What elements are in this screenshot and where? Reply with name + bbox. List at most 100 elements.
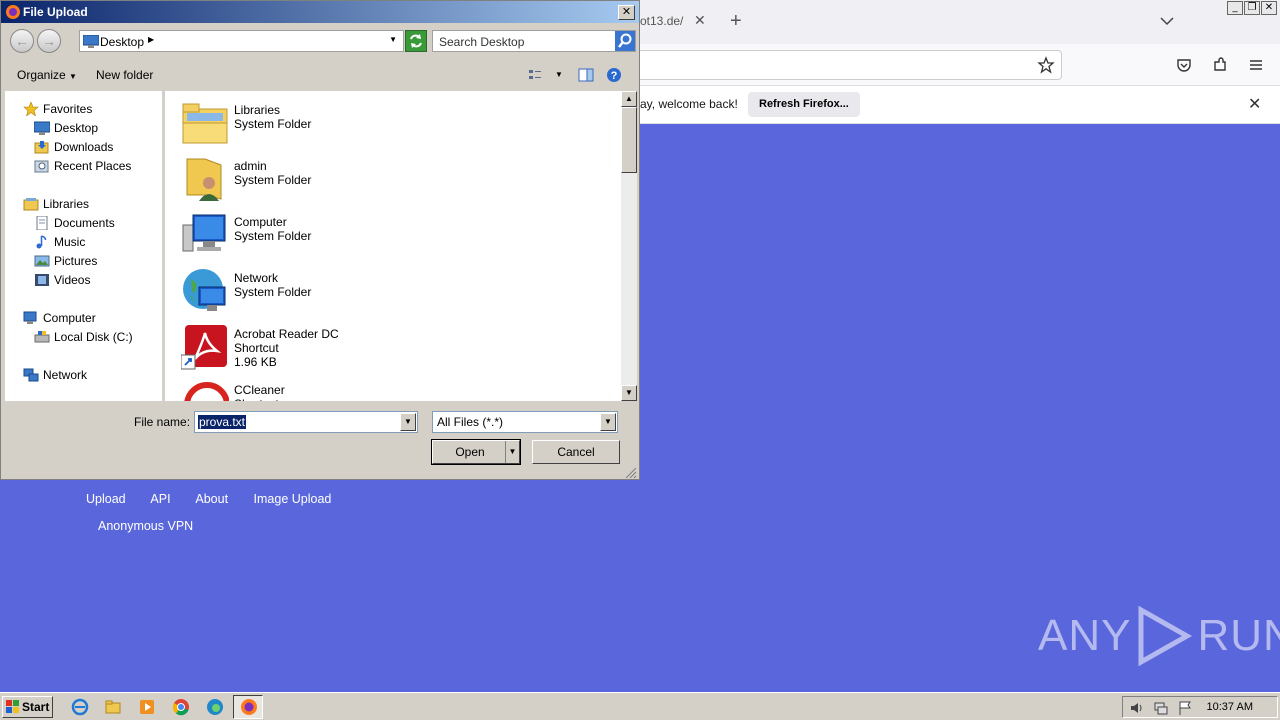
chrome-icon[interactable] <box>172 698 190 716</box>
file-name-input[interactable]: prova.txt ▼ <box>194 411 418 433</box>
dialog-title-bar[interactable]: File Upload <box>1 1 639 23</box>
clock[interactable]: 10:37 AM <box>1207 701 1253 713</box>
network-tray-icon[interactable] <box>1153 700 1169 716</box>
view-dropdown-icon[interactable]: ▼ <box>555 70 563 79</box>
start-button[interactable]: Start <box>2 696 53 718</box>
internet-explorer-icon[interactable] <box>71 698 89 716</box>
new-tab-button[interactable]: + <box>730 9 742 33</box>
address-bar[interactable]: Desktop ▶ ▼ <box>79 30 404 52</box>
open-split-dropdown-icon[interactable]: ▼ <box>505 441 519 463</box>
pocket-icon[interactable] <box>1175 56 1193 74</box>
forward-button[interactable]: → <box>37 29 61 53</box>
system-tray: 10:37 AM <box>1122 696 1278 718</box>
tree-item-desktop[interactable]: Desktop <box>34 119 98 137</box>
organize-button[interactable]: Organize ▼ <box>17 68 77 82</box>
open-label: Open <box>455 445 485 459</box>
open-button[interactable]: Open ▼ <box>431 439 521 465</box>
navigation-pane: Favorites Desktop Downloads Recent Place… <box>5 91 163 401</box>
tab-title[interactable]: ot13.de/ <box>640 14 683 28</box>
scroll-down-icon[interactable]: ▼ <box>621 385 637 401</box>
refresh-icon <box>410 34 422 48</box>
breadcrumb-arrow-icon[interactable]: ▶ <box>148 35 154 44</box>
watermark-right-text: RUN <box>1197 611 1280 660</box>
notification-close-button[interactable]: ✕ <box>1248 94 1261 114</box>
bookmark-star-icon[interactable] <box>1037 56 1055 74</box>
back-button[interactable]: ← <box>10 29 34 53</box>
refresh-button[interactable] <box>405 30 427 52</box>
scroll-up-icon[interactable]: ▲ <box>621 91 637 107</box>
tree-item-favorites[interactable]: Favorites <box>23 100 92 118</box>
notification-text: ay, welcome back! <box>640 97 738 111</box>
tree-item-network[interactable]: Network <box>23 366 87 384</box>
resize-grip-icon[interactable] <box>623 465 637 479</box>
minimize-button[interactable]: _ <box>1227 1 1243 15</box>
network-globe-icon <box>183 269 226 311</box>
scroll-thumb[interactable] <box>621 107 637 173</box>
nav-image-upload-link[interactable]: Image Upload <box>254 492 332 506</box>
user-folder-icon <box>186 158 222 201</box>
search-button[interactable] <box>615 31 635 51</box>
firefox-taskbar-button[interactable] <box>233 695 263 719</box>
media-player-icon[interactable] <box>138 698 156 716</box>
file-type-dropdown-icon[interactable]: ▼ <box>600 413 616 431</box>
address-dropdown-icon[interactable]: ▼ <box>389 35 397 44</box>
recent-places-icon <box>34 160 49 173</box>
help-icon[interactable]: ? <box>606 67 622 83</box>
action-center-flag-icon[interactable] <box>1177 700 1193 716</box>
desktop-icon <box>83 35 99 48</box>
window-close-button[interactable]: ✕ <box>1261 1 1277 15</box>
search-input[interactable]: Search Desktop <box>432 30 636 52</box>
edge-icon[interactable] <box>206 698 224 716</box>
dialog-title: File Upload <box>23 5 88 19</box>
file-name-dropdown-icon[interactable]: ▼ <box>400 413 416 431</box>
list-tabs-icon[interactable] <box>1158 12 1176 30</box>
file-type: System Folder <box>234 117 312 131</box>
dialog-close-button[interactable]: ✕ <box>618 5 635 20</box>
tree-label: Local Disk (C:) <box>54 330 133 344</box>
nav-upload-link[interactable]: Upload <box>86 492 126 506</box>
tree-item-music[interactable]: Music <box>34 233 85 251</box>
preview-pane-icon[interactable] <box>578 67 594 83</box>
libraries-folder-icon <box>182 103 228 144</box>
tree-item-local-disk[interactable]: Local Disk (C:) <box>34 328 133 346</box>
tree-item-libraries[interactable]: Libraries <box>23 195 89 213</box>
tree-item-computer[interactable]: Computer <box>23 309 96 327</box>
organize-label: Organize <box>17 68 66 82</box>
nav-about-link[interactable]: About <box>195 492 228 506</box>
tree-item-pictures[interactable]: Pictures <box>34 252 97 270</box>
volume-icon[interactable] <box>1129 700 1145 716</box>
restore-button[interactable]: ❐ <box>1244 1 1260 15</box>
disk-icon <box>34 331 50 343</box>
window-controls: _ ❐ ✕ <box>1227 1 1277 15</box>
file-upload-dialog: File Upload ✕ ← → Desktop ▶ ▼ Search Des… <box>0 0 640 480</box>
nav-anonymous-vpn-link[interactable]: Anonymous VPN <box>98 519 193 533</box>
tree-item-recent-places[interactable]: Recent Places <box>34 157 131 175</box>
cancel-button[interactable]: Cancel <box>532 440 620 464</box>
computer-icon <box>182 214 226 252</box>
firefox-icon <box>241 699 257 715</box>
new-folder-button[interactable]: New folder <box>96 68 153 82</box>
explorer-folder-icon[interactable] <box>104 698 122 716</box>
site-nav: Upload API About Image Upload <box>86 492 353 506</box>
documents-icon <box>36 216 48 230</box>
file-name: Acrobat Reader DC <box>234 327 339 341</box>
view-options-icon[interactable] <box>527 67 543 83</box>
tab-close-button[interactable]: ✕ <box>694 12 706 29</box>
tree-item-documents[interactable]: Documents <box>34 214 115 232</box>
tree-label: Favorites <box>43 102 93 116</box>
nav-api-link[interactable]: API <box>150 492 170 506</box>
tree-item-downloads[interactable]: Downloads <box>34 138 113 156</box>
refresh-firefox-button[interactable]: Refresh Firefox... <box>748 92 860 117</box>
dialog-nav-bar: ← → Desktop ▶ ▼ Search Desktop <box>5 27 637 57</box>
desktop-icon <box>34 121 50 135</box>
file-name: Libraries <box>234 103 281 117</box>
network-icon <box>23 368 39 382</box>
extensions-icon[interactable] <box>1211 56 1229 74</box>
menu-icon[interactable] <box>1247 56 1265 74</box>
file-type-select[interactable]: All Files (*.*) ▼ <box>432 411 618 433</box>
tree-item-videos[interactable]: Videos <box>34 271 90 289</box>
file-list-scrollbar[interactable]: ▲ ▼ <box>621 91 637 401</box>
taskbar: Start 10:37 AM <box>0 692 1280 720</box>
url-bar[interactable] <box>600 50 1062 80</box>
tree-label: Libraries <box>43 197 90 211</box>
